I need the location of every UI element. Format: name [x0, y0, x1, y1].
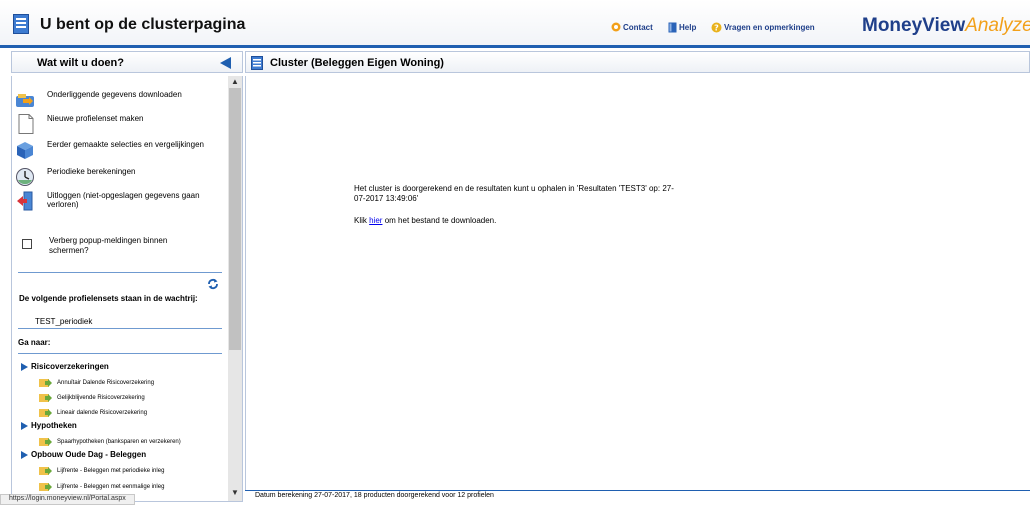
hide-popups-label: Verberg popup-meldingen binnen schermen?	[49, 236, 168, 255]
app-header: U bent op de clusterpagina Contact Help …	[0, 0, 1030, 48]
action-label: Onderliggende gegevens downloaden	[47, 90, 182, 99]
divider	[18, 328, 222, 329]
folder-arrow-icon	[39, 467, 52, 475]
folder-arrow-icon	[39, 483, 52, 491]
action-label: Periodieke berekeningen	[47, 167, 136, 176]
question-icon: ?	[711, 22, 722, 33]
nav-item-label: Lijfrente - Beleggen met eenmalige inleg	[57, 483, 165, 490]
calculation-footer: Datum berekening 27-07-2017, 18 producte…	[245, 490, 1030, 502]
document-icon	[13, 14, 29, 34]
divider	[18, 353, 222, 354]
contact-icon	[611, 22, 621, 32]
arrow-right-icon	[21, 421, 28, 430]
queue-heading: De volgende profielensets staan in de wa…	[19, 294, 198, 303]
sidebar-panel: Onderliggende gegevens downloaden Nieuwe…	[11, 76, 243, 502]
sidebar-header: Wat wilt u doen?	[11, 51, 243, 73]
nav-item[interactable]: Lineair dalende Risicoverzekering	[39, 408, 147, 417]
category-label: Opbouw Oude Dag - Beleggen	[31, 450, 147, 459]
folder-arrow-icon	[39, 394, 52, 402]
arrow-right-icon	[21, 450, 28, 459]
feedback-link[interactable]: ? Vragen en opmerkingen	[711, 22, 815, 33]
nav-item-label: Gelijkblijvende Risicoverzekering	[57, 394, 145, 401]
feedback-label: Vragen en opmerkingen	[724, 23, 815, 32]
nav-item[interactable]: Lijfrente - Beleggen met eenmalige inleg	[39, 482, 164, 491]
action-periodic-calculations[interactable]: Periodieke berekeningen	[15, 167, 222, 187]
nav-item-label: Lijfrente - Beleggen met periodieke inle…	[57, 467, 165, 474]
action-label: Nieuwe profielenset maken	[47, 114, 144, 123]
download-link[interactable]: hier	[369, 216, 382, 225]
category-label: Risicoverzekeringen	[31, 362, 109, 371]
nav-item[interactable]: Annuïtair Dalende Risicoverzekering	[39, 378, 154, 387]
divider	[18, 272, 222, 273]
arrow-right-icon	[21, 362, 28, 371]
nav-item[interactable]: Gelijkblijvende Risicoverzekering	[39, 393, 145, 402]
scroll-up-icon[interactable]: ▲	[231, 77, 239, 86]
status-bar-url: https://login.moneyview.nl/Portal.aspx	[0, 494, 135, 505]
nav-item[interactable]: Spaarhypotheken (banksparen en verzekere…	[39, 437, 181, 446]
folder-arrow-icon	[39, 409, 52, 417]
nav-item-label: Lineair dalende Risicoverzekering	[57, 409, 148, 416]
book-icon	[668, 22, 677, 33]
action-new-profileset[interactable]: Nieuwe profielenset maken	[15, 114, 222, 134]
category-risicoverzekeringen[interactable]: Risicoverzekeringen	[21, 362, 109, 371]
category-label: Hypotheken	[31, 421, 77, 430]
nav-item[interactable]: Lijfrente - Beleggen met periodieke inle…	[39, 466, 164, 475]
brand-name-part2: Analyzer	[965, 15, 1030, 36]
collapse-arrow-icon[interactable]	[220, 57, 231, 69]
logout-icon	[17, 191, 33, 211]
new-document-icon	[18, 114, 34, 134]
result-message: Het cluster is doorgerekend en de result…	[354, 184, 674, 203]
download-instruction: Klik hier om het bestand te downloaden.	[354, 216, 496, 225]
hide-popups-checkbox[interactable]	[22, 239, 32, 249]
action-previous-selections[interactable]: Eerder gemaakte selecties en vergelijkin…	[15, 140, 222, 160]
sidebar-scrollbar[interactable]: ▲ ▼	[228, 76, 242, 501]
download-prefix: Klik	[354, 216, 367, 225]
contact-link[interactable]: Contact	[611, 22, 653, 32]
goto-heading: Ga naar:	[18, 338, 51, 347]
clock-icon	[16, 168, 34, 186]
folder-arrow-icon	[39, 379, 52, 387]
category-opbouw-oude-dag[interactable]: Opbouw Oude Dag - Beleggen	[21, 450, 146, 459]
selections-icon	[17, 142, 33, 159]
queue-item: TEST_periodiek	[35, 317, 93, 326]
brand-logo: MoneyViewAnalyzer	[862, 15, 1030, 37]
download-icon	[16, 94, 34, 107]
page-title: U bent op de clusterpagina	[40, 16, 246, 33]
action-download-data[interactable]: Onderliggende gegevens downloaden	[15, 90, 222, 110]
popup-setting: Verberg popup-meldingen binnen schermen?	[22, 236, 209, 256]
brand-name-part1: MoneyView	[862, 15, 966, 36]
folder-arrow-icon	[39, 438, 52, 446]
download-suffix: om het bestand te downloaden.	[384, 216, 497, 225]
nav-item-label: Annuïtair Dalende Risicoverzekering	[57, 379, 155, 386]
content-panel: Het cluster is doorgerekend en de result…	[245, 76, 1030, 502]
action-logout[interactable]: Uitloggen (niet-opgeslagen gegevens gaan…	[15, 191, 222, 211]
category-hypotheken[interactable]: Hypotheken	[21, 421, 77, 430]
content-header: Cluster (Beleggen Eigen Woning)	[245, 51, 1030, 73]
action-label: Eerder gemaakte selecties en vergelijkin…	[47, 140, 204, 149]
document-icon	[251, 56, 263, 70]
svg-text:?: ?	[714, 24, 719, 33]
action-label: Uitloggen (niet-opgeslagen gegevens gaan…	[47, 191, 200, 209]
help-label: Help	[679, 23, 697, 32]
scroll-down-icon[interactable]: ▼	[231, 488, 239, 497]
scroll-thumb[interactable]	[229, 88, 241, 350]
content-title: Cluster (Beleggen Eigen Woning)	[270, 57, 444, 69]
nav-item-label: Spaarhypotheken (banksparen en verzekere…	[57, 438, 181, 445]
refresh-icon[interactable]	[207, 278, 219, 290]
help-link[interactable]: Help	[668, 22, 696, 33]
contact-label: Contact	[623, 22, 653, 32]
sidebar-title: Wat wilt u doen?	[37, 57, 124, 69]
